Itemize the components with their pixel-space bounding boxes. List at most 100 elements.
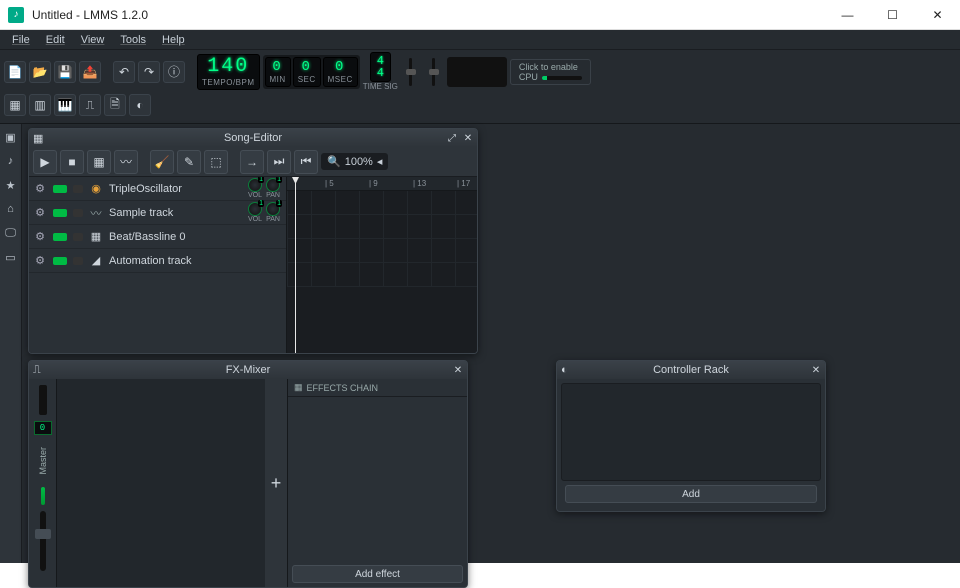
wave-icon: 〰 (89, 206, 103, 220)
export-button[interactable]: 📤 (79, 61, 101, 83)
timesig-display[interactable]: 4 4 (370, 52, 391, 82)
toggle-icon[interactable]: ▦ (294, 382, 303, 393)
undo-button[interactable]: ↶ (113, 61, 135, 83)
song-editor-maximize[interactable]: ⤢ (445, 131, 459, 145)
fx-mixer-window: ⎍ FX-Mixer ✕ 0 Master + ▦EFFECTS CHAIN (28, 360, 468, 588)
controller-rack-window: ◐ Controller Rack ✕ Add (556, 360, 826, 512)
solo-toggle[interactable] (73, 233, 83, 241)
vol-knob[interactable]: 1 (248, 178, 262, 192)
song-editor-toolbar: ▶ ■ ▦ 〰 🧹 ✎ ⬚ → ⏭ ⏮ 🔍 100% ◂ (29, 147, 477, 177)
controller-rack-close[interactable]: ✕ (809, 363, 823, 377)
instruments-tab[interactable]: ▣ (2, 128, 20, 146)
master-fader[interactable] (40, 511, 46, 571)
mixer-icon: ⎍ (33, 364, 41, 377)
master-channel[interactable]: 0 Master (29, 379, 57, 587)
playhead[interactable] (295, 177, 296, 353)
new-file-button[interactable]: 📄 (4, 61, 26, 83)
skip-end-button[interactable]: ⏭ (267, 150, 291, 174)
time-display: 0MIN 0SEC 0MSEC (263, 55, 360, 89)
osc-icon: ◉ (89, 182, 103, 196)
window-minimize-button[interactable]: — (825, 0, 870, 30)
window-maximize-button[interactable]: ☐ (870, 0, 915, 30)
record-step-button[interactable]: 〰 (114, 150, 138, 174)
computer-tab[interactable]: 🖵 (2, 224, 20, 242)
add-channel-button[interactable]: + (265, 379, 287, 587)
song-editor-close[interactable]: ✕ (461, 131, 475, 145)
vol-knob[interactable]: 1 (248, 202, 262, 216)
info-button[interactable]: ⓘ (163, 61, 185, 83)
controller-rack-title: Controller Rack (653, 364, 729, 376)
app-icon: ♪ (8, 7, 24, 23)
pan-knob[interactable]: 1 (266, 178, 280, 192)
controller-list (561, 383, 821, 481)
workspace: ▣ ♪ ★ ⌂ 🖵 ▭ ▦ Song-Editor ⤢ ✕ ▶ ■ ▦ 〰 (0, 124, 960, 563)
song-editor-title: Song-Editor (224, 132, 282, 144)
record-button[interactable]: ▦ (87, 150, 111, 174)
erase-mode-button[interactable]: 🧹 (150, 150, 174, 174)
mute-toggle[interactable] (53, 209, 67, 217)
solo-toggle[interactable] (73, 257, 83, 265)
add-effect-button[interactable]: Add effect (292, 565, 463, 583)
add-controller-button[interactable]: Add (565, 485, 817, 503)
menu-view[interactable]: View (73, 32, 113, 48)
fx-channel-area: + (57, 379, 287, 587)
solo-toggle[interactable] (73, 185, 83, 193)
presets-tab[interactable]: ★ (2, 176, 20, 194)
sidebar: ▣ ♪ ★ ⌂ 🖵 ▭ (0, 124, 22, 563)
tempo-display[interactable]: 140 TEMPO/BPM (197, 54, 260, 90)
select-mode-button[interactable]: ⬚ (204, 150, 228, 174)
fx-mixer-close[interactable]: ✕ (451, 363, 465, 377)
gear-icon[interactable]: ⚙ (33, 254, 47, 268)
skip-start-button[interactable]: ⏮ (294, 150, 318, 174)
bb-editor-button[interactable]: ▥ (29, 94, 51, 116)
vu-meter (39, 385, 47, 415)
track-row[interactable]: ⚙ ▦ Beat/Bassline 0 (29, 225, 286, 249)
song-editor-icon: ▦ (33, 132, 43, 145)
controller-icon: ◐ (561, 364, 568, 376)
mute-toggle[interactable] (53, 185, 67, 193)
gear-icon[interactable]: ⚙ (33, 230, 47, 244)
zoom-control[interactable]: 🔍 100% ◂ (321, 153, 388, 170)
peak-indicator (41, 487, 45, 505)
mute-toggle[interactable] (53, 257, 67, 265)
redo-button[interactable]: ↷ (138, 61, 160, 83)
solo-toggle[interactable] (73, 209, 83, 217)
draw-mode-button[interactable]: ✎ (177, 150, 201, 174)
stop-button[interactable]: ■ (60, 150, 84, 174)
projects-tab[interactable]: ▭ (2, 248, 20, 266)
track-row[interactable]: ⚙ 〰 Sample track 1VOL 1PAN (29, 201, 286, 225)
song-timeline[interactable]: | 5 | 9 | 13 | 17 (287, 177, 477, 353)
song-editor-window: ▦ Song-Editor ⤢ ✕ ▶ ■ ▦ 〰 🧹 ✎ ⬚ → ⏭ ⏮ (28, 128, 478, 354)
fx-mixer-button[interactable]: ⎍ (79, 94, 101, 116)
menu-tools[interactable]: Tools (112, 32, 154, 48)
controller-rack-button[interactable]: ◐ (129, 94, 151, 116)
pan-knob[interactable]: 1 (266, 202, 280, 216)
master-pitch-slider[interactable] (424, 54, 444, 90)
piano-roll-button[interactable]: 🎹 (54, 94, 76, 116)
visualizer (447, 57, 507, 87)
timeline-ruler[interactable]: | 5 | 9 | 13 | 17 (287, 177, 477, 191)
skip-fwd-button[interactable]: → (240, 150, 264, 174)
track-row[interactable]: ⚙ ◢ Automation track (29, 249, 286, 273)
play-button[interactable]: ▶ (33, 150, 57, 174)
samples-tab[interactable]: ♪ (2, 152, 20, 170)
track-row[interactable]: ⚙ ◉ TripleOscillator 1VOL 1PAN (29, 177, 286, 201)
open-file-button[interactable]: 📂 (29, 61, 51, 83)
menu-file[interactable]: File (4, 32, 38, 48)
master-label: Master (38, 447, 48, 475)
chevron-left-icon[interactable]: ◂ (377, 155, 383, 168)
window-close-button[interactable]: ✕ (915, 0, 960, 30)
gear-icon[interactable]: ⚙ (33, 206, 47, 220)
menu-help[interactable]: Help (154, 32, 193, 48)
song-editor-button[interactable]: ▦ (4, 94, 26, 116)
gear-icon[interactable]: ⚙ (33, 182, 47, 196)
menu-edit[interactable]: Edit (38, 32, 73, 48)
cpu-meter[interactable]: Click to enable CPU (510, 59, 591, 85)
master-volume-slider[interactable] (401, 54, 421, 90)
mute-toggle[interactable] (53, 233, 67, 241)
notes-button[interactable]: 🗎 (104, 94, 126, 116)
home-tab[interactable]: ⌂ (2, 200, 20, 218)
effects-chain-panel: ▦EFFECTS CHAIN Add effect (287, 379, 467, 587)
zoom-icon: 🔍 (327, 155, 341, 168)
save-button[interactable]: 💾 (54, 61, 76, 83)
